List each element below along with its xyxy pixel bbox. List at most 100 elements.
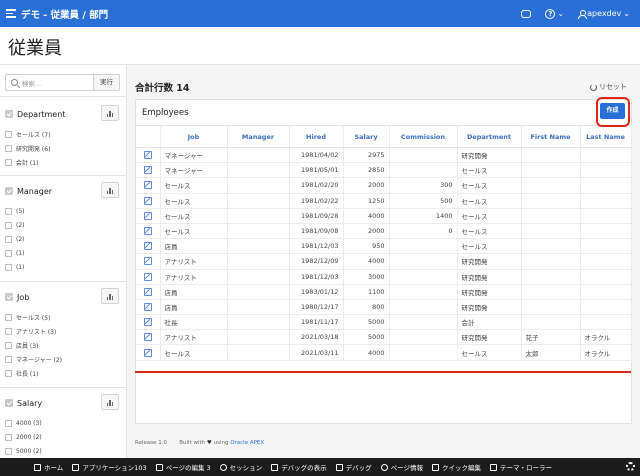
checkbox[interactable] xyxy=(5,313,12,321)
devbar-view-debug[interactable]: デバッグの表示 xyxy=(271,462,327,472)
edit-icon[interactable] xyxy=(143,302,152,311)
column-header[interactable]: Commission xyxy=(389,125,458,148)
divider xyxy=(0,281,126,282)
table-cell xyxy=(389,344,458,361)
chart-button[interactable] xyxy=(101,182,119,198)
edit-icon[interactable] xyxy=(143,151,152,160)
column-header[interactable]: Job xyxy=(160,125,228,148)
facet-option[interactable]: (1) xyxy=(5,261,25,273)
edit-icon[interactable] xyxy=(143,257,152,266)
column-header[interactable]: Last Name xyxy=(580,125,632,148)
chart-button[interactable] xyxy=(101,105,119,121)
edit-icon[interactable] xyxy=(143,287,152,296)
checkbox[interactable] xyxy=(5,221,12,229)
checkbox[interactable] xyxy=(5,158,12,166)
gear-icon[interactable] xyxy=(626,462,635,471)
facet-option[interactable]: セールス (7) xyxy=(5,128,50,140)
edit-cell[interactable] xyxy=(136,162,161,179)
devbar-page-info[interactable]: ページ情報 xyxy=(380,462,423,472)
checkbox[interactable] xyxy=(5,144,12,152)
edit-icon[interactable] xyxy=(143,333,152,342)
menu-icon[interactable] xyxy=(6,9,16,18)
column-header[interactable]: Manager xyxy=(227,125,290,148)
user-menu[interactable]: apexdev ⌄ xyxy=(578,9,630,19)
column-header[interactable]: First Name xyxy=(521,125,581,148)
column-header[interactable]: Hired xyxy=(289,125,344,148)
table-cell xyxy=(227,299,290,316)
facet-option[interactable]: (5) xyxy=(5,205,25,217)
checkbox[interactable] xyxy=(5,235,12,243)
checkbox[interactable] xyxy=(5,249,12,257)
run-button[interactable]: 実行 xyxy=(94,74,120,91)
facet-option[interactable]: 2000 (2) xyxy=(5,431,42,443)
checkbox[interactable] xyxy=(5,207,12,215)
edit-icon[interactable] xyxy=(143,211,152,220)
chart-button[interactable] xyxy=(101,288,119,304)
facet-option[interactable]: 4000 (3) xyxy=(5,417,42,429)
facet-option[interactable]: 会計 (1) xyxy=(5,156,38,168)
checkbox[interactable] xyxy=(5,355,12,363)
facet-option[interactable]: マネージャー (2) xyxy=(5,353,62,365)
app-title[interactable]: デモ - 従業員 / 部門 xyxy=(21,7,108,21)
reset-link[interactable]: リセット xyxy=(590,82,627,92)
facet-option[interactable]: (2) xyxy=(5,219,25,231)
devbar-home[interactable]: ホーム xyxy=(34,462,63,472)
facet-option[interactable]: 研究開発 (6) xyxy=(5,142,50,154)
checkbox[interactable] xyxy=(5,447,12,455)
chart-button[interactable] xyxy=(101,394,119,410)
edit-icon[interactable] xyxy=(143,272,152,281)
edit-cell[interactable] xyxy=(136,177,161,194)
edit-cell[interactable] xyxy=(136,147,161,164)
devbar-edit-page[interactable]: ページの編集 3 xyxy=(155,462,211,472)
facet-header[interactable]: Job xyxy=(5,288,29,306)
devbar-application[interactable]: アプリケーション103 xyxy=(72,462,147,472)
edit-cell[interactable] xyxy=(136,314,161,331)
facet-header[interactable]: Manager xyxy=(5,182,52,200)
edit-icon[interactable] xyxy=(143,348,152,357)
edit-icon[interactable] xyxy=(143,166,152,175)
edit-cell[interactable] xyxy=(136,223,161,240)
chat-icon[interactable] xyxy=(521,9,532,18)
edit-cell[interactable] xyxy=(136,284,161,300)
edit-cell[interactable] xyxy=(136,344,161,361)
devbar-theme-roller[interactable]: テーマ・ローラー xyxy=(490,462,552,472)
checkbox[interactable] xyxy=(5,369,12,377)
edit-cell[interactable] xyxy=(136,193,161,209)
edit-cell[interactable] xyxy=(136,299,161,316)
search-input[interactable]: 検索... xyxy=(5,74,94,91)
edit-cell[interactable] xyxy=(136,269,161,285)
facet-option[interactable]: (1) xyxy=(5,247,25,259)
checkbox[interactable] xyxy=(5,263,12,271)
devbar-debug[interactable]: デバッグ xyxy=(335,462,372,472)
facet-option[interactable]: セールス (5) xyxy=(5,311,50,323)
devbar-quick-edit[interactable]: クイック編集 xyxy=(432,462,481,472)
edit-icon[interactable] xyxy=(143,242,152,251)
checkbox[interactable] xyxy=(5,419,12,427)
option-label: セールス (5) xyxy=(16,314,51,322)
checkbox[interactable] xyxy=(5,433,12,441)
edit-icon[interactable] xyxy=(143,196,152,205)
edit-icon[interactable] xyxy=(143,227,152,236)
edit-cell[interactable] xyxy=(136,238,161,255)
help-menu[interactable]: ? ⌄ xyxy=(545,8,564,19)
facet-option[interactable]: (2) xyxy=(5,233,25,245)
apex-link[interactable]: Oracle APEX xyxy=(230,440,264,446)
table-header-row: Job Manager Hired Salary Commission Depa… xyxy=(136,125,632,148)
checkbox[interactable] xyxy=(5,130,12,138)
edit-icon[interactable] xyxy=(143,318,152,327)
devbar-session[interactable]: セッション xyxy=(219,462,262,472)
facet-header[interactable]: Salary xyxy=(5,394,42,412)
checkbox[interactable] xyxy=(5,327,12,335)
checkbox[interactable] xyxy=(5,341,12,349)
facet-header[interactable]: Department xyxy=(5,105,65,123)
edit-cell[interactable] xyxy=(136,329,161,346)
facet-option[interactable]: 5000 (2) xyxy=(5,445,42,457)
facet-option[interactable]: アナリスト (3) xyxy=(5,325,56,337)
column-header[interactable]: Salary xyxy=(343,125,390,148)
column-header[interactable]: Department xyxy=(457,125,522,148)
edit-icon[interactable] xyxy=(143,181,152,190)
facet-option[interactable]: 店員 (3) xyxy=(5,339,38,351)
facet-option[interactable]: 社長 (1) xyxy=(5,367,38,379)
edit-cell[interactable] xyxy=(136,253,161,270)
edit-cell[interactable] xyxy=(136,208,161,224)
